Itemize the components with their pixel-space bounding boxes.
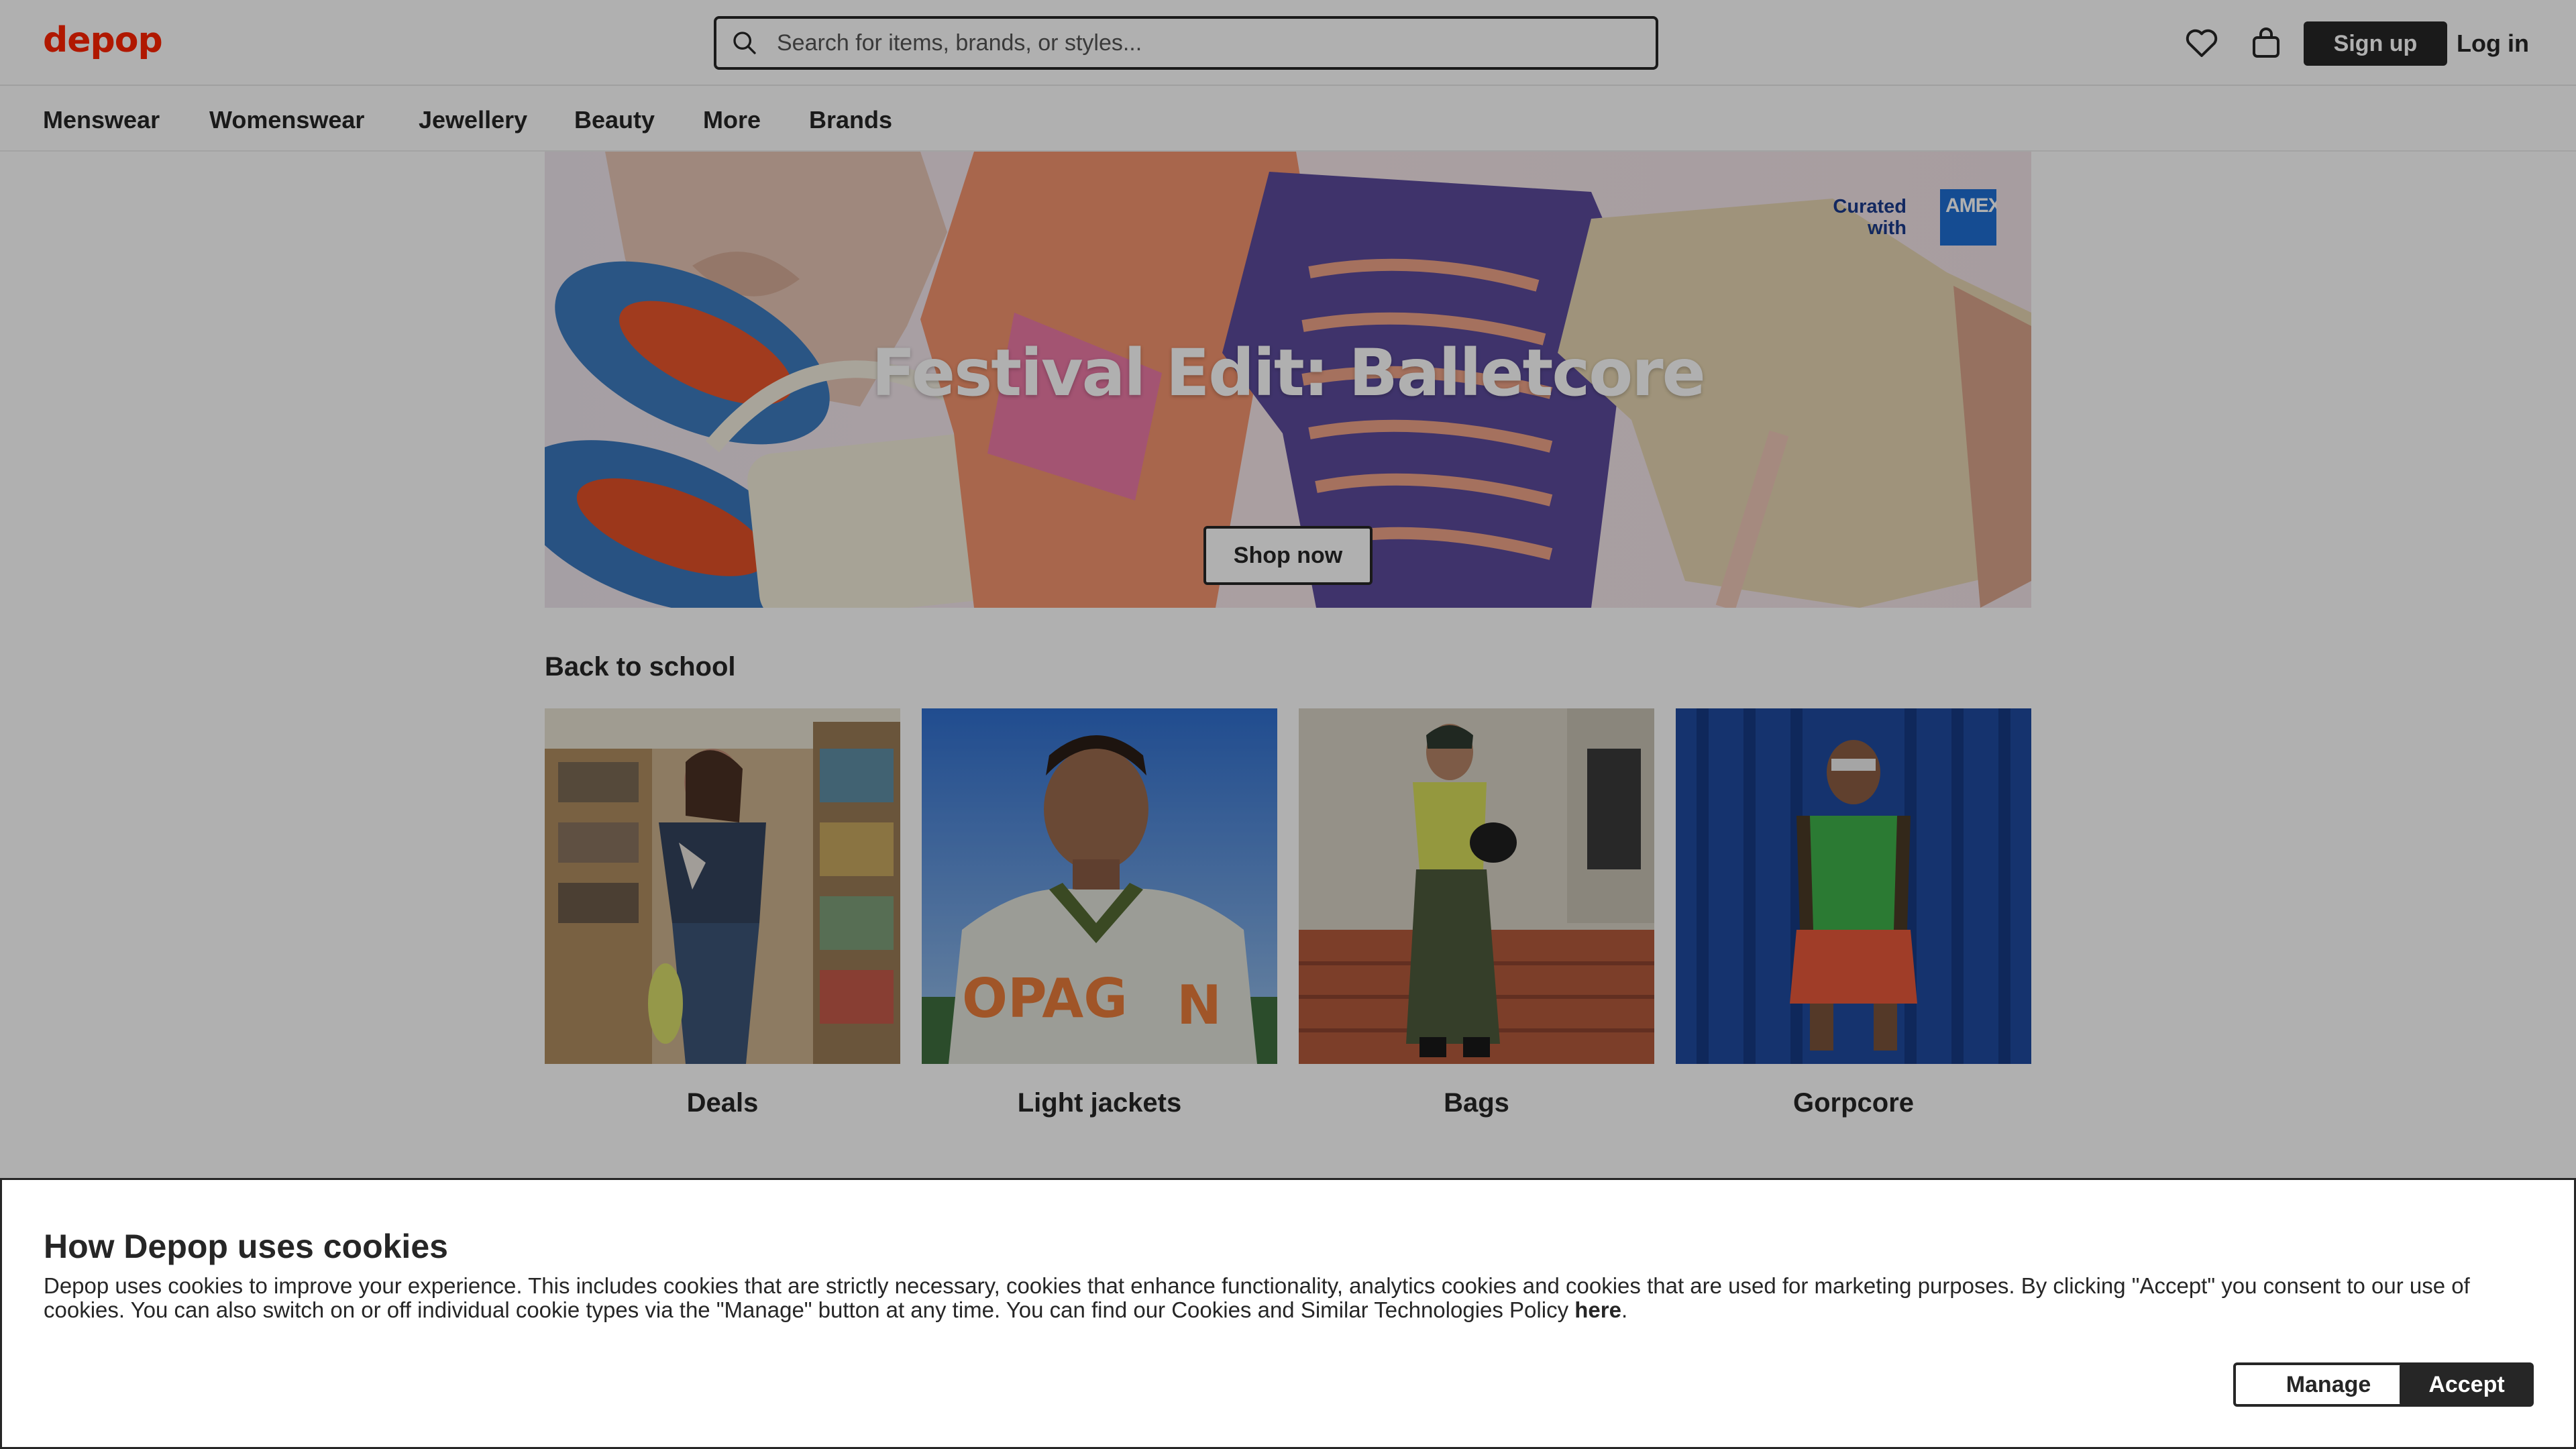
bag-icon[interactable] xyxy=(2249,27,2284,59)
tile-label: Light jackets xyxy=(1017,1088,1182,1118)
svg-text:OPAG: OPAG xyxy=(962,967,1128,1030)
hero-title: Festival Edit: Balletcore xyxy=(871,335,1705,411)
nav-beauty[interactable]: Beauty xyxy=(574,106,655,134)
cookie-policy-link[interactable]: here xyxy=(1574,1297,1621,1322)
cookie-body: Depop uses cookies to improve your exper… xyxy=(44,1273,2470,1322)
nav-menswear[interactable]: Menswear xyxy=(43,106,160,134)
cookie-text: Depop uses cookies to improve your exper… xyxy=(44,1273,2470,1322)
with-line: with xyxy=(1868,217,1907,239)
depop-logo[interactable]: depop xyxy=(43,20,163,60)
heart-icon[interactable] xyxy=(2184,27,2219,59)
gorpcore-image xyxy=(1676,708,2031,1064)
section-title: Back to school xyxy=(545,652,736,682)
nav-womenswear[interactable]: Womenswear xyxy=(209,106,364,134)
manage-button[interactable]: Manage xyxy=(2233,1362,2424,1407)
top-header: depop Sign up Log in xyxy=(0,0,2576,86)
tile-label: Deals xyxy=(686,1088,759,1118)
search-bar[interactable] xyxy=(714,16,1658,70)
shop-now-button[interactable]: Shop now xyxy=(1203,526,1373,585)
tile-gorpcore[interactable]: Gorpcore xyxy=(1676,708,2031,1118)
search-input[interactable] xyxy=(777,30,1615,56)
svg-text:N: N xyxy=(1177,974,1222,1036)
signup-button[interactable]: Sign up xyxy=(2304,21,2447,66)
hero-banner[interactable]: Festival Edit: Balletcore Shop now Curat… xyxy=(545,152,2031,608)
light-jackets-image: OPAG N xyxy=(922,708,1277,1064)
search-icon xyxy=(733,32,756,54)
tile-label: Bags xyxy=(1444,1088,1509,1118)
tile-light-jackets[interactable]: OPAG N Light jackets xyxy=(922,708,1277,1118)
nav-more[interactable]: More xyxy=(703,106,761,134)
curated-line: Curated xyxy=(1833,196,1907,217)
tile-bags[interactable]: Bags xyxy=(1299,708,1654,1118)
accept-button[interactable]: Accept xyxy=(2400,1362,2534,1407)
nav-jewellery[interactable]: Jewellery xyxy=(419,106,527,134)
cookie-title: How Depop uses cookies xyxy=(44,1228,448,1265)
amex-logo: AMEX xyxy=(1940,189,1996,246)
deals-image xyxy=(545,708,900,1064)
tile-label: Gorpcore xyxy=(1792,1088,1915,1118)
cookie-banner: How Depop uses cookies Depop uses cookie… xyxy=(0,1178,2576,1449)
tile-deals[interactable]: Deals xyxy=(545,708,900,1118)
login-link[interactable]: Log in xyxy=(2457,21,2529,66)
nav-brands[interactable]: Brands xyxy=(809,106,892,134)
curated-with-label: Curated with xyxy=(1819,196,1907,239)
category-nav: Menswear Womenswear Jewellery Beauty Mor… xyxy=(0,87,2576,152)
bags-image xyxy=(1299,708,1654,1064)
